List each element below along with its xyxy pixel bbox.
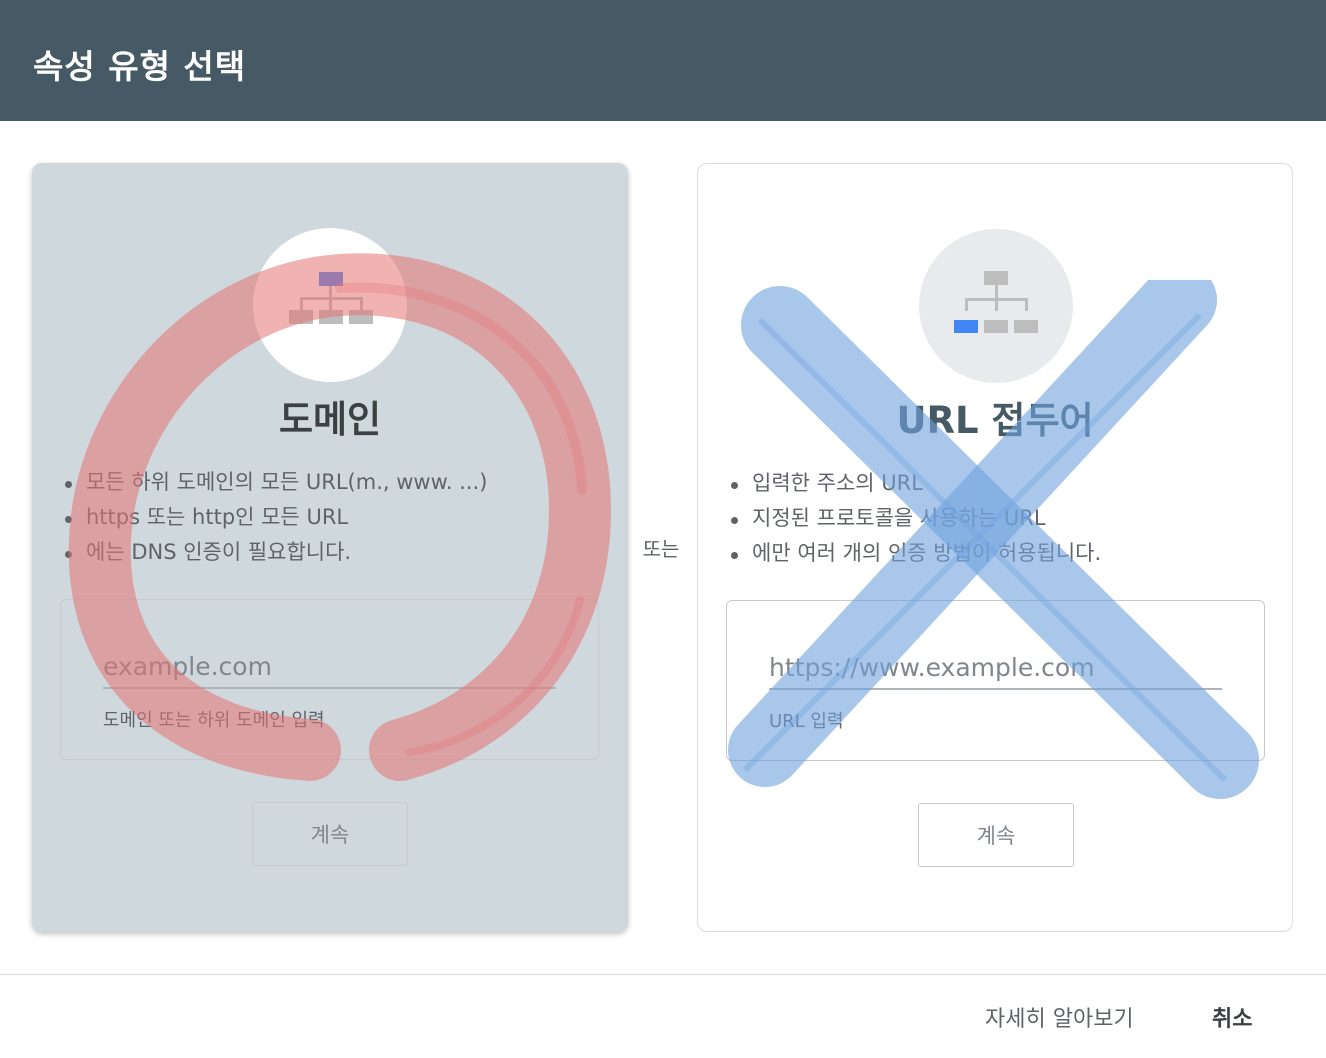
url-feature-list: 입력한 주소의 URL 지정된 프로토콜을 사용하는 URL 에만 여러 개의 … (728, 466, 1101, 571)
sitemap-icon (289, 272, 373, 324)
url-continue-button[interactable]: 계속 (918, 803, 1074, 867)
cancel-button[interactable]: 취소 (1212, 1001, 1252, 1033)
sitemap-icon (954, 271, 1038, 333)
domain-continue-button[interactable]: 계속 (252, 802, 408, 866)
domain-input[interactable] (103, 645, 556, 689)
domain-icon-circle (253, 228, 407, 382)
dialog-title: 속성 유형 선택 (33, 47, 247, 86)
or-separator: 또는 (642, 537, 680, 561)
list-item: 입력한 주소의 URL (728, 466, 1101, 501)
domain-input-box: 도메인 또는 하위 도메인 입력 (60, 599, 599, 760)
url-input-hint: URL 입력 (769, 711, 844, 732)
footer-divider (0, 974, 1326, 975)
list-item: https 또는 http인 모든 URL (62, 500, 487, 535)
domain-card-title: 도메인 (278, 398, 382, 441)
url-prefix-property-card[interactable]: URL 접두어 입력한 주소의 URL 지정된 프로토콜을 사용하는 URL 에… (697, 163, 1293, 932)
domain-input-hint: 도메인 또는 하위 도메인 입력 (103, 710, 325, 731)
dialog-header: 속성 유형 선택 (0, 0, 1326, 121)
learn-more-button[interactable]: 자세히 알아보기 (985, 1001, 1134, 1033)
list-item: 지정된 프로토콜을 사용하는 URL (728, 501, 1101, 536)
domain-property-card[interactable]: 도메인 모든 하위 도메인의 모든 URL(m., www. ...) http… (32, 163, 628, 932)
list-item: 에는 DNS 인증이 필요합니다. (62, 535, 487, 570)
url-icon-circle (919, 229, 1073, 383)
domain-feature-list: 모든 하위 도메인의 모든 URL(m., www. ...) https 또는… (62, 465, 487, 570)
list-item: 에만 여러 개의 인증 방법이 허용됩니다. (728, 536, 1101, 571)
url-input-box: URL 입력 (726, 600, 1265, 761)
url-card-title: URL 접두어 (896, 399, 1094, 442)
url-input[interactable] (769, 646, 1222, 690)
list-item: 모든 하위 도메인의 모든 URL(m., www. ...) (62, 465, 487, 500)
